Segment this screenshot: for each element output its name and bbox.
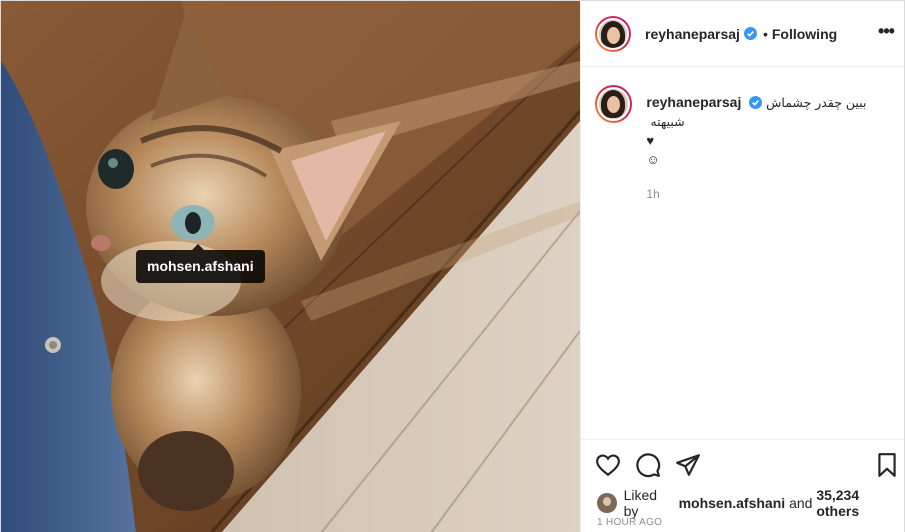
bookmark-icon[interactable]: [874, 452, 900, 478]
likes-prefix: Liked by: [623, 487, 658, 519]
post-timestamp[interactable]: 1 HOUR AGO: [597, 517, 662, 528]
post-photo[interactable]: mohsen.afshani: [1, 1, 580, 532]
likes-and: and: [789, 495, 813, 511]
caption-author-avatar[interactable]: [595, 85, 633, 123]
likes-user-link[interactable]: mohsen.afshani: [679, 495, 786, 511]
post-side-panel: reyhaneparsaj • Following ••• reyhanepar…: [580, 1, 904, 532]
caption-comment: reyhaneparsaj ببین چقدر چشماش شبیهته ♥ ☺…: [595, 85, 904, 201]
caption-username[interactable]: reyhaneparsaj: [646, 94, 741, 110]
caption-body: reyhaneparsaj ببین چقدر چشماش شبیهته ♥ ☺…: [646, 85, 904, 201]
author-avatar[interactable]: [595, 15, 631, 52]
caption-time[interactable]: 1h: [646, 187, 904, 201]
heart-icon[interactable]: [595, 452, 621, 478]
paper-plane-icon[interactable]: [675, 452, 701, 478]
user-tag-label[interactable]: mohsen.afshani: [136, 244, 265, 283]
author-username[interactable]: reyhaneparsaj: [645, 26, 740, 42]
caption-heart-emoji: ♥: [646, 133, 655, 148]
caption-face-emoji: ☺: [646, 152, 660, 167]
action-bar: [581, 439, 904, 487]
likes-others-link[interactable]: 35,234 others: [816, 487, 904, 519]
post-header: reyhaneparsaj • Following •••: [581, 1, 904, 67]
following-button[interactable]: Following: [772, 26, 837, 42]
caption-verified-badge-icon: [749, 96, 763, 109]
instagram-post: mohsen.afshani reyhaneparsaj • Following…: [0, 0, 905, 532]
likes-summary: Liked by mohsen.afshani and 35,234 other…: [597, 487, 904, 519]
verified-badge-icon: [743, 27, 757, 40]
kitten-photo-image: [1, 1, 580, 532]
header-separator: •: [762, 25, 768, 42]
more-options-icon[interactable]: •••: [876, 22, 896, 43]
comment-icon[interactable]: [635, 452, 661, 478]
liker-avatar[interactable]: [597, 493, 617, 513]
